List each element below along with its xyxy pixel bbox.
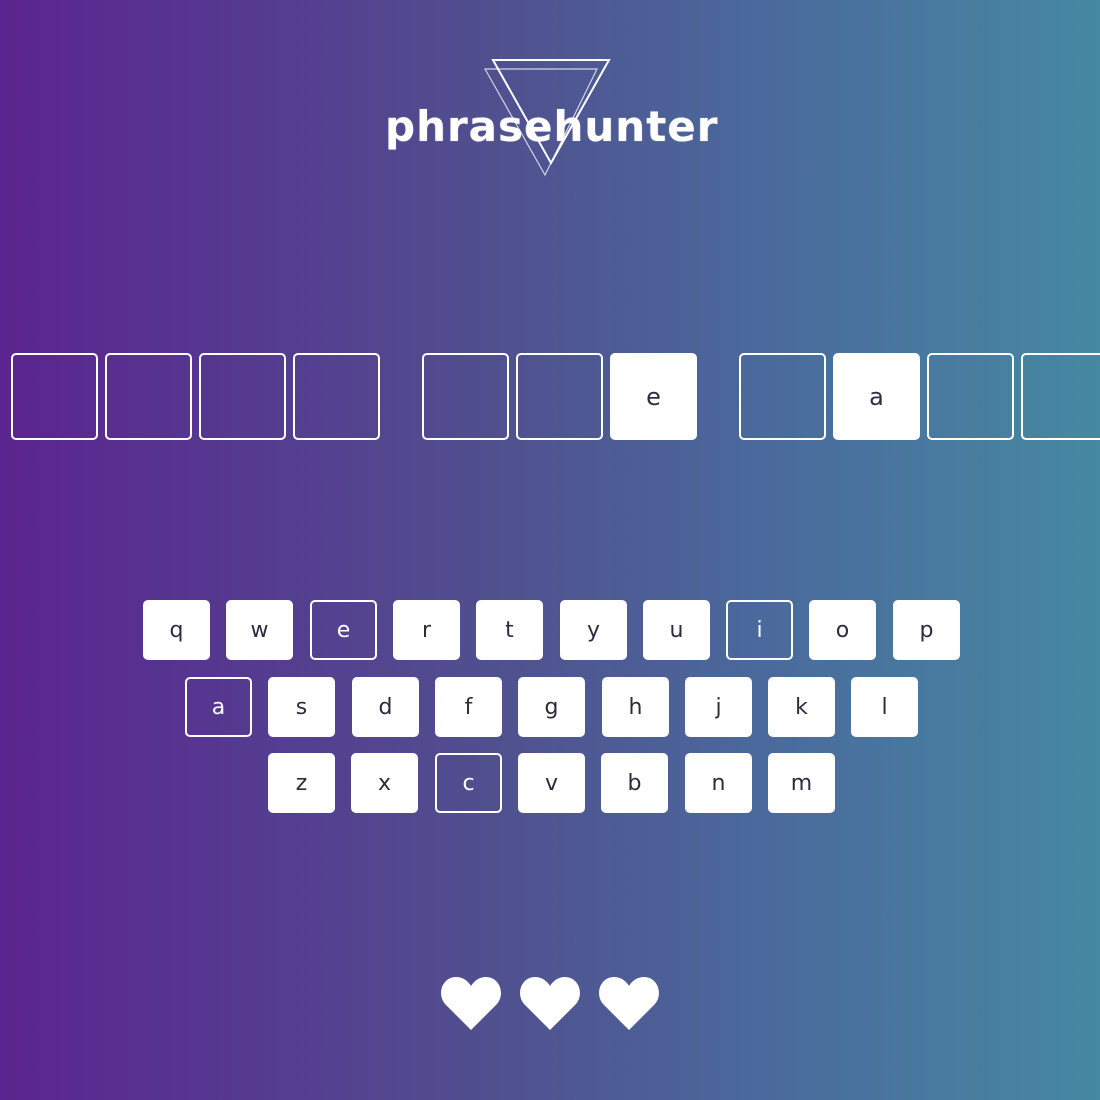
letter-tile [927,353,1014,440]
key-m[interactable]: m [768,753,835,813]
key-i[interactable]: i [726,600,793,660]
letter-tile [516,353,603,440]
key-s[interactable]: s [268,677,335,737]
heart-icon [598,975,660,1031]
key-f[interactable]: f [435,677,502,737]
key-b[interactable]: b [601,753,668,813]
key-e[interactable]: e [310,600,377,660]
key-x[interactable]: x [351,753,418,813]
game-title: phrasehunter [385,102,719,151]
letter-tile [105,353,192,440]
letter-tile [11,353,98,440]
key-c[interactable]: c [435,753,502,813]
letter-tile [739,353,826,440]
heart-icon [440,975,502,1031]
key-p[interactable]: p [893,600,960,660]
letter-tile [422,353,509,440]
key-a[interactable]: a [185,677,252,737]
letter-tile: e [610,353,697,440]
key-y[interactable]: y [560,600,627,660]
key-z[interactable]: z [268,753,335,813]
key-g[interactable]: g [518,677,585,737]
key-k[interactable]: k [768,677,835,737]
key-r[interactable]: r [393,600,460,660]
key-n[interactable]: n [685,753,752,813]
phrase-board: ea [0,353,1100,441]
letter-tile [293,353,380,440]
key-t[interactable]: t [476,600,543,660]
key-h[interactable]: h [602,677,669,737]
key-q[interactable]: q [143,600,210,660]
letter-tile [1021,353,1100,440]
letter-tile [199,353,286,440]
key-u[interactable]: u [643,600,710,660]
key-v[interactable]: v [518,753,585,813]
key-o[interactable]: o [809,600,876,660]
key-w[interactable]: w [226,600,293,660]
key-j[interactable]: j [685,677,752,737]
key-l[interactable]: l [851,677,918,737]
letter-tile: a [833,353,920,440]
heart-icon [519,975,581,1031]
banner: phrasehunter [385,55,719,180]
key-d[interactable]: d [352,677,419,737]
